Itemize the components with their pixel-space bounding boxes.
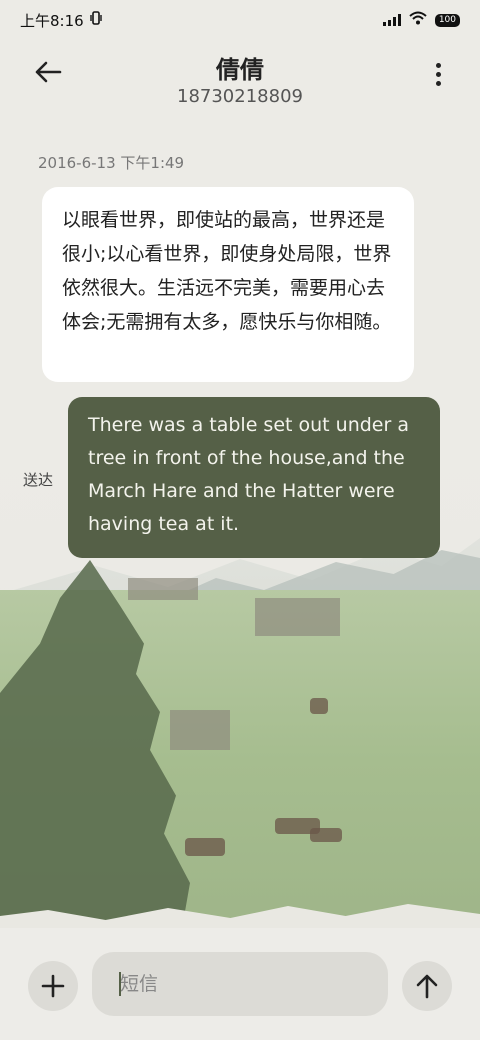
text-cursor xyxy=(119,972,121,996)
status-time: 上午8:16 xyxy=(20,11,84,30)
composer-bar xyxy=(0,928,480,1040)
add-attachment-button[interactable] xyxy=(28,961,78,1011)
outgoing-message-bubble[interactable]: There was a table set out under a tree i… xyxy=(68,397,440,558)
more-vertical-icon xyxy=(435,62,441,68)
message-timestamp: 2016-6-13 下午1:49 xyxy=(38,154,185,172)
arrow-up-icon xyxy=(416,974,438,999)
conversation-header: 倩倩 18730218809 xyxy=(0,44,480,114)
wifi-icon xyxy=(409,11,427,29)
delivery-status: 送达 xyxy=(23,471,54,489)
plus-icon xyxy=(41,974,65,998)
send-button[interactable] xyxy=(402,961,452,1011)
contact-name: 倩倩 xyxy=(216,56,264,84)
incoming-message-bubble[interactable]: 以眼看世界，即使站的最高，世界还是很小;以心看世界，即使身处局限，世界依然很大。… xyxy=(42,187,414,382)
battery-icon: 100 xyxy=(434,13,460,27)
status-bar: 上午8:16 100 xyxy=(0,0,480,40)
more-options-button[interactable] xyxy=(424,54,452,94)
message-input[interactable] xyxy=(92,952,388,1016)
vibrate-icon xyxy=(89,11,102,29)
contact-phone-number: 18730218809 xyxy=(177,86,303,107)
signal-icon xyxy=(382,14,401,26)
